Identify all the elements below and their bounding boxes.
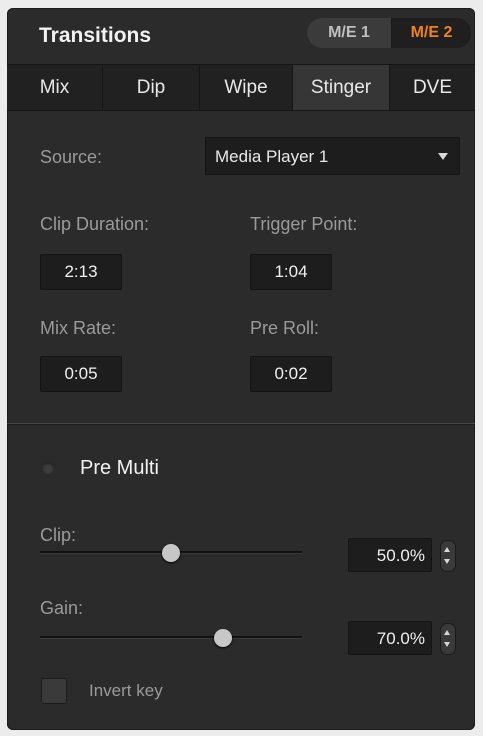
tab-wipe[interactable]: Wipe xyxy=(200,65,293,110)
tab-mix[interactable]: Mix xyxy=(7,65,103,110)
clip-duration-label: Clip Duration: xyxy=(40,214,150,234)
section-divider-shadow xyxy=(7,424,475,425)
me2-button[interactable]: M/E 2 xyxy=(392,18,471,48)
transitions-panel: Transitions M/E 1 M/E 2 Mix Dip Wipe Sti… xyxy=(7,8,475,730)
stepper-up-icon xyxy=(444,630,450,635)
panel-header: Transitions M/E 1 M/E 2 xyxy=(7,8,475,62)
pre-roll-label: Pre Roll: xyxy=(250,318,320,338)
clip-duration-field[interactable]: 2:13 xyxy=(40,254,122,290)
pre-multi-indicator-icon[interactable] xyxy=(42,462,54,474)
clip-slider-handle[interactable] xyxy=(162,544,180,562)
dropdown-arrow-icon xyxy=(438,153,448,160)
source-label: Source: xyxy=(40,147,103,167)
trigger-point-field[interactable]: 1:04 xyxy=(250,254,332,290)
mix-rate-label: Mix Rate: xyxy=(40,318,117,338)
invert-key-label[interactable]: Invert key xyxy=(89,681,163,701)
gain-value-field[interactable]: 70.0% xyxy=(348,621,432,655)
tab-dip[interactable]: Dip xyxy=(103,65,200,110)
stepper-down-icon xyxy=(444,559,450,564)
source-value: Media Player 1 xyxy=(215,147,329,166)
clip-label: Clip: xyxy=(40,525,77,545)
gain-stepper[interactable] xyxy=(440,623,456,655)
clip-stepper[interactable] xyxy=(440,540,456,572)
stepper-down-icon xyxy=(444,642,450,647)
gain-label: Gain: xyxy=(40,598,84,618)
gain-slider-handle[interactable] xyxy=(214,629,233,647)
trigger-point-label: Trigger Point: xyxy=(250,214,358,234)
tab-stinger[interactable]: Stinger xyxy=(293,65,390,110)
transition-tabs: Mix Dip Wipe Stinger DVE xyxy=(7,64,475,111)
invert-key-checkbox[interactable] xyxy=(41,678,67,704)
mix-rate-field[interactable]: 0:05 xyxy=(40,356,122,392)
pre-multi-label[interactable]: Pre Multi xyxy=(80,457,159,480)
panel-title: Transitions xyxy=(39,24,152,47)
pre-roll-field[interactable]: 0:02 xyxy=(250,356,332,392)
me-selector: M/E 1 M/E 2 xyxy=(307,18,471,48)
stepper-up-icon xyxy=(444,547,450,552)
me1-button[interactable]: M/E 1 xyxy=(307,18,392,48)
gain-slider-track[interactable] xyxy=(40,636,302,639)
clip-value-field[interactable]: 50.0% xyxy=(348,538,432,572)
tab-dve[interactable]: DVE xyxy=(390,65,475,110)
source-select[interactable]: Media Player 1 xyxy=(205,137,460,175)
